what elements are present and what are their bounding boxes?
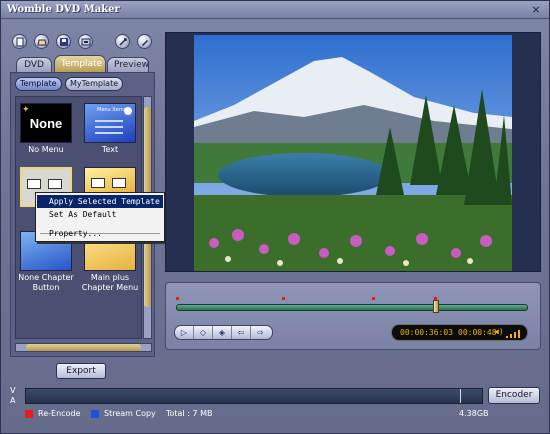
settings-icon [119, 38, 127, 46]
preview-pane [165, 32, 541, 272]
export-button[interactable]: Export [56, 363, 106, 379]
re-encode-label: Re-Encode [38, 409, 81, 418]
video-track-label: V [10, 386, 16, 395]
timeline-cursor[interactable] [460, 389, 461, 403]
tab-template[interactable]: Template [54, 55, 106, 72]
subtab-mytemplate[interactable]: MyTemplate [65, 77, 124, 91]
time-display: 00:00:36:03 00:00:48 ◀) [391, 324, 528, 341]
chapter-marker [372, 297, 375, 300]
play-icon[interactable]: ▷ [175, 326, 194, 339]
seek-thumb[interactable] [433, 300, 439, 313]
encoder-button[interactable]: Encoder [488, 387, 540, 404]
template-label: Main plus Chapter Menu [81, 273, 139, 292]
scrollbar-thumb[interactable] [26, 344, 141, 351]
template-label: No Menu [28, 145, 64, 154]
thumb-title: None [29, 116, 63, 131]
open-project-button[interactable] [34, 34, 49, 49]
template-thumb-text[interactable]: Menu Items [84, 103, 136, 143]
star-icon: ✦ [22, 105, 30, 115]
settings-button[interactable] [115, 34, 130, 49]
current-time: 00:00:36:03 [400, 328, 453, 337]
template-thumb-no-menu[interactable]: ✦ None [20, 103, 72, 143]
new-project-button[interactable] [12, 34, 27, 49]
template-label: Text [101, 145, 119, 154]
context-menu: Apply Selected Template Set As Default P… [35, 192, 165, 242]
tab-dvd[interactable]: DVD [16, 57, 52, 72]
app-window: Womble DVD Maker × DVD Template Preview … [0, 0, 550, 434]
import-button[interactable] [78, 34, 93, 49]
seek-bar[interactable] [176, 304, 528, 311]
preview-image [194, 35, 512, 271]
menu-item-set-default[interactable]: Set As Default [37, 208, 163, 221]
import-icon [81, 38, 91, 46]
volume-icon[interactable]: ◀) [494, 327, 504, 336]
edit-icon [142, 40, 148, 46]
next-icon[interactable]: ⇨ [251, 326, 270, 339]
close-button[interactable]: × [529, 3, 543, 16]
chapter-marker [282, 297, 285, 300]
free-space: 4.38GB [459, 409, 489, 418]
save-project-button[interactable] [56, 34, 71, 49]
duration: 00:00:48 [458, 328, 497, 337]
re-encode-swatch [25, 410, 33, 418]
snapshot-icon[interactable]: ◈ [213, 326, 232, 339]
playback-panel: ▷ ◇ ◈ ⇦ ⇨ 00:00:36:03 00:00:48 ◀) [165, 282, 541, 350]
chapter-marker [176, 297, 179, 300]
stream-copy-swatch [91, 410, 99, 418]
previous-icon[interactable]: ⇦ [232, 326, 251, 339]
subtab-template[interactable]: Template [15, 77, 62, 91]
playback-controls: ▷ ◇ ◈ ⇦ ⇨ [174, 325, 273, 340]
menu-item-property[interactable]: Property... [37, 228, 163, 240]
window-title: Womble DVD Maker [7, 4, 120, 15]
tab-preview[interactable]: Preview [107, 57, 149, 72]
menu-item-apply-template[interactable]: Apply Selected Template [37, 195, 163, 208]
audio-track-label: A [10, 396, 16, 405]
total-size: Total : 7 MB [166, 409, 213, 418]
title-bar[interactable]: Womble DVD Maker × [1, 1, 549, 19]
template-horizontal-scrollbar[interactable] [15, 343, 152, 352]
template-label: None Chapter Button [18, 273, 74, 292]
edit-button[interactable] [137, 34, 152, 49]
encode-timeline[interactable] [25, 388, 483, 404]
stream-copy-label: Stream Copy [104, 409, 156, 418]
save-icon [60, 38, 68, 46]
open-icon [37, 39, 47, 46]
thumb-title: Menu Items [97, 107, 127, 113]
volume-level-icon[interactable] [506, 329, 524, 338]
stop-icon[interactable]: ◇ [194, 326, 213, 339]
new-icon [16, 37, 24, 47]
moon-icon [124, 107, 132, 115]
